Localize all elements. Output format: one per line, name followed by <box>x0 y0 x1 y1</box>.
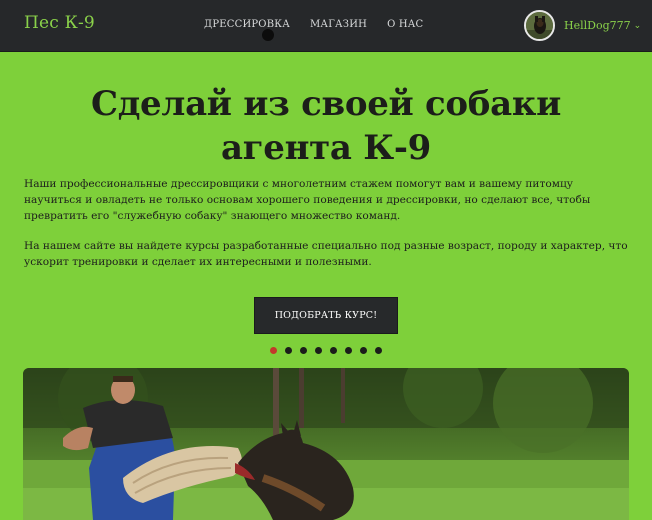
carousel-dot[interactable] <box>270 347 277 354</box>
username[interactable]: HellDog777 <box>564 19 631 32</box>
mouse-cursor-indicator <box>262 29 274 41</box>
nav-link-training[interactable]: ДРЕССИРОВКА <box>204 19 290 30</box>
carousel-dot[interactable] <box>375 347 382 354</box>
carousel-dot[interactable] <box>330 347 337 354</box>
carousel-dot[interactable] <box>315 347 322 354</box>
choose-course-button[interactable]: ПОДОБРАТЬ КУРС! <box>254 297 398 334</box>
nav-links: ДРЕССИРОВКА МАГАЗИН О НАС <box>204 19 443 30</box>
nav-link-shop[interactable]: МАГАЗИН <box>310 19 367 30</box>
dog-training-photo <box>23 368 629 520</box>
nav-link-about[interactable]: О НАС <box>387 19 423 30</box>
avatar[interactable] <box>524 10 555 41</box>
user-menu[interactable]: HellDog777 ⌄ <box>524 10 641 41</box>
carousel-dot[interactable] <box>300 347 307 354</box>
top-navbar: Пес К-9 ДРЕССИРОВКА МАГАЗИН О НАС HellDo… <box>0 0 652 52</box>
carousel-dot[interactable] <box>360 347 367 354</box>
chevron-down-icon[interactable]: ⌄ <box>634 21 642 31</box>
hero-paragraph-1: Наши профессиональные дрессировщики с мн… <box>24 178 591 222</box>
carousel-indicators <box>270 347 390 354</box>
brand-logo[interactable]: Пес К-9 <box>24 13 95 33</box>
hero-title: Сделай из своей собаки агента К-9 <box>90 84 562 168</box>
hero-paragraph-2: На нашем сайте вы найдете курсы разработ… <box>24 240 628 268</box>
carousel-dot[interactable] <box>345 347 352 354</box>
carousel-dot[interactable] <box>285 347 292 354</box>
